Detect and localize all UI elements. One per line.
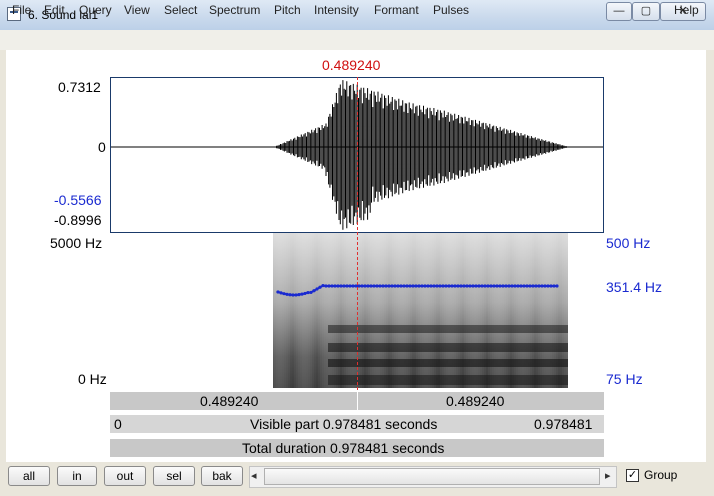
scroll-right-arrow-icon[interactable]: ▸ <box>605 469 611 482</box>
visible-part-label: Visible part 0.978481 seconds <box>250 416 438 432</box>
cursor-time-label: 0.489240 <box>322 57 381 73</box>
maximize-button[interactable]: ▢ <box>632 2 660 21</box>
cursor-line <box>357 77 358 390</box>
window-left-border <box>0 50 6 496</box>
menu-view[interactable]: View <box>124 3 150 17</box>
zoom-out-button[interactable]: out <box>104 466 146 486</box>
wave-y-max-label: 0.7312 <box>58 79 101 95</box>
left-segment-time[interactable]: 0.489240 <box>200 393 258 409</box>
total-duration-label: Total duration 0.978481 seconds <box>242 440 445 456</box>
right-segment-time[interactable]: 0.489240 <box>446 393 504 409</box>
menu-file[interactable]: File <box>12 3 31 17</box>
menu-query[interactable]: Query <box>79 3 112 17</box>
wave-y-zero-label: 0 <box>98 139 106 155</box>
pitch-max-label: 500 Hz <box>606 235 651 251</box>
pitch-current-label: 351.4 Hz <box>606 279 663 295</box>
minimize-button[interactable]: — <box>606 2 632 21</box>
menu-edit[interactable]: Edit <box>44 3 65 17</box>
zoom-selection-button[interactable]: sel <box>153 466 195 486</box>
menu-bar <box>0 30 714 51</box>
window-right-border <box>706 50 714 496</box>
menu-pulses[interactable]: Pulses <box>433 3 469 17</box>
zoom-in-button[interactable]: in <box>57 466 97 486</box>
menu-spectrum[interactable]: Spectrum <box>209 3 260 17</box>
spectrogram-freq-max-label: 5000 Hz <box>50 235 103 251</box>
pitch-min-label: 75 Hz <box>606 371 643 387</box>
wave-y-neg2-label: -0.8996 <box>54 212 102 228</box>
scroll-left-arrow-icon[interactable]: ◂ <box>251 469 257 482</box>
menu-pitch[interactable]: Pitch <box>274 3 301 17</box>
visible-start-time: 0 <box>114 416 122 432</box>
spectrogram-freq-min-label: 0 Hz <box>78 371 107 387</box>
wave-y-neg1-label: -0.5566 <box>54 192 102 208</box>
menu-formant[interactable]: Formant <box>374 3 419 17</box>
group-checkbox[interactable]: ✓ <box>626 469 639 482</box>
visible-end-time: 0.978481 <box>534 416 593 432</box>
menu-intensity[interactable]: Intensity <box>314 3 359 17</box>
scrollbar-thumb[interactable] <box>264 468 600 485</box>
group-label: Group <box>644 468 678 482</box>
selection-time-divider <box>357 391 358 410</box>
zoom-all-button[interactable]: all <box>8 466 50 486</box>
menu-help[interactable]: Help <box>674 3 699 17</box>
zoom-back-button[interactable]: bak <box>201 466 243 486</box>
menu-select[interactable]: Select <box>164 3 197 17</box>
